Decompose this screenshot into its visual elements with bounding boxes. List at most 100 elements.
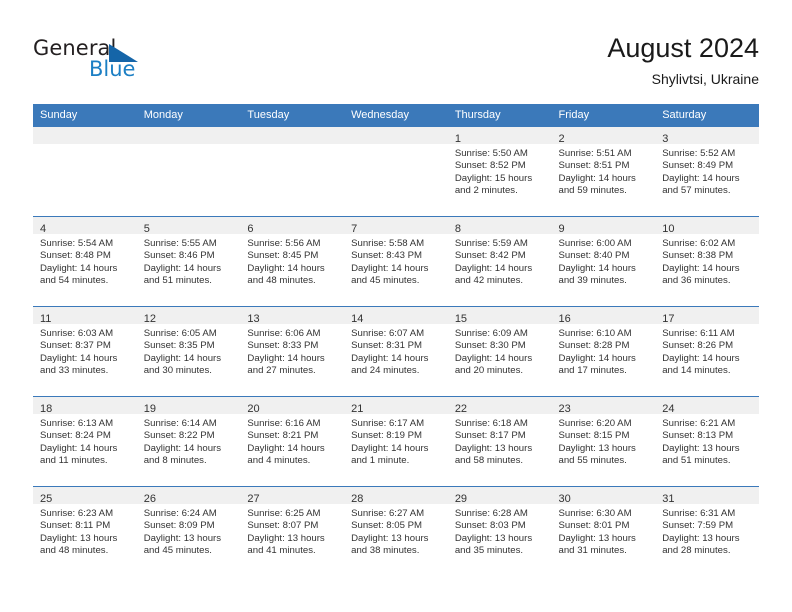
day-number-band: 31	[655, 487, 759, 505]
day-cell-inner: 3 Sunrise: 5:52 AM Sunset: 8:49 PM Daylight…	[655, 127, 759, 216]
day-cell-inner: 13 Sunrise: 6:06 AM Sunset: 8:33 PM Dayligh…	[240, 307, 345, 396]
day-number: 29	[454, 493, 468, 505]
sunrise-text: Sunrise: 6:31 AM	[662, 508, 736, 519]
weekday-header-wednesday: Wednesday	[344, 104, 448, 127]
day-cell-inner: 5 Sunrise: 5:55 AM Sunset: 8:46 PM Daylight…	[136, 217, 241, 306]
calendar-day-cell[interactable]: 8 Sunrise: 5:59 AM Sunset: 8:42 PM Daylight…	[447, 216, 552, 307]
day-cell-details: Sunrise: 6:06 AM Sunset: 8:33 PM Daylight:…	[240, 324, 344, 378]
day-number-band: 19	[136, 397, 241, 415]
day-cell-inner: 6 Sunrise: 5:56 AM Sunset: 8:45 PM Daylight…	[240, 217, 345, 306]
daylight-text: Daylight: 14 hours and 27 minutes.	[247, 352, 325, 377]
calendar-day-cell[interactable]: 19 Sunrise: 6:14 AM Sunset: 8:22 PM Dayligh…	[136, 396, 241, 487]
day-cell-inner: 23 Sunrise: 6:20 AM Sunset: 8:15 PM Dayligh…	[551, 397, 656, 486]
calendar-day-cell[interactable]: 27 Sunrise: 6:25 AM Sunset: 8:07 PM Dayligh…	[240, 486, 345, 576]
sunset-text: Sunset: 8:35 PM	[143, 340, 215, 352]
day-cell-details: Sunrise: 5:54 AM Sunset: 8:48 PM Daylight:…	[33, 234, 137, 288]
page-title: August 2024	[607, 33, 759, 63]
calendar-day-cell[interactable]: 7 Sunrise: 5:58 AM Sunset: 8:43 PM Daylight…	[344, 216, 448, 307]
calendar-day-cell[interactable]: 3 Sunrise: 5:52 AM Sunset: 8:49 PM Daylight…	[655, 126, 759, 217]
calendar-day-cell[interactable]: 30 Sunrise: 6:30 AM Sunset: 8:01 PM Dayligh…	[551, 486, 656, 576]
calendar-day-cell[interactable]: 4 Sunrise: 5:54 AM Sunset: 8:48 PM Daylight…	[33, 216, 137, 307]
calendar-day-cell[interactable]: 22 Sunrise: 6:18 AM Sunset: 8:17 PM Dayligh…	[447, 396, 552, 487]
weekday-header-thursday: Thursday	[447, 104, 552, 127]
sunrise-text: Sunrise: 5:58 AM	[351, 238, 425, 249]
day-cell-details: Sunrise: 6:07 AM Sunset: 8:31 PM Daylight:…	[344, 324, 448, 378]
calendar-day-cell[interactable]: 23 Sunrise: 6:20 AM Sunset: 8:15 PM Dayligh…	[551, 396, 656, 487]
daylight-text: Daylight: 14 hours and 33 minutes.	[40, 352, 118, 377]
day-cell-inner: 14 Sunrise: 6:07 AM Sunset: 8:31 PM Dayligh…	[344, 307, 448, 396]
brand-name-blue: Blue	[89, 57, 136, 81]
calendar-day-cell[interactable]: 29 Sunrise: 6:28 AM Sunset: 8:03 PM Dayligh…	[447, 486, 552, 576]
calendar-day-cell[interactable]: 13 Sunrise: 6:06 AM Sunset: 8:33 PM Dayligh…	[240, 306, 345, 397]
day-cell-inner: 30 Sunrise: 6:30 AM Sunset: 8:01 PM Dayligh…	[551, 487, 656, 576]
day-number-band: 2	[551, 127, 656, 145]
calendar-day-cell[interactable]: 24 Sunrise: 6:21 AM Sunset: 8:13 PM Dayligh…	[655, 396, 759, 487]
calendar-day-cell[interactable]: 14 Sunrise: 6:07 AM Sunset: 8:31 PM Dayligh…	[344, 306, 448, 397]
day-cell-inner	[136, 127, 241, 216]
calendar-day-cell[interactable]: 5 Sunrise: 5:55 AM Sunset: 8:46 PM Daylight…	[136, 216, 241, 307]
day-number-band: 13	[240, 307, 345, 325]
day-number-band: 29	[447, 487, 552, 505]
day-cell-inner: 26 Sunrise: 6:24 AM Sunset: 8:09 PM Dayligh…	[136, 487, 241, 576]
day-cell-inner: 27 Sunrise: 6:25 AM Sunset: 8:07 PM Dayligh…	[240, 487, 345, 576]
title-block: August 2024 Shylivtsi, Ukraine	[607, 32, 759, 88]
day-cell-inner: 22 Sunrise: 6:18 AM Sunset: 8:17 PM Dayligh…	[447, 397, 552, 486]
page-subtitle: Shylivtsi, Ukraine	[651, 71, 759, 87]
calendar-day-cell[interactable]: 18 Sunrise: 6:13 AM Sunset: 8:24 PM Dayligh…	[33, 396, 137, 487]
daylight-text: Daylight: 13 hours and 35 minutes.	[454, 532, 533, 557]
sunrise-text: Sunrise: 5:55 AM	[143, 238, 217, 249]
day-cell-details: Sunrise: 6:24 AM Sunset: 8:09 PM Daylight:…	[137, 504, 241, 558]
daylight-text: Daylight: 14 hours and 14 minutes.	[662, 352, 740, 377]
day-cell-details: Sunrise: 6:13 AM Sunset: 8:24 PM Daylight:…	[33, 414, 137, 468]
calendar-day-cell[interactable]: 6 Sunrise: 5:56 AM Sunset: 8:45 PM Daylight…	[240, 216, 345, 307]
weekday-header-friday: Friday	[551, 104, 656, 127]
daylight-text: Daylight: 14 hours and 36 minutes.	[662, 262, 740, 287]
calendar-day-cell[interactable]: 15 Sunrise: 6:09 AM Sunset: 8:30 PM Dayligh…	[447, 306, 552, 397]
day-cell-inner	[33, 127, 137, 216]
day-cell-details: Sunrise: 6:02 AM Sunset: 8:38 PM Daylight:…	[655, 234, 759, 288]
day-cell-inner: 19 Sunrise: 6:14 AM Sunset: 8:22 PM Dayligh…	[136, 397, 241, 486]
calendar-day-cell[interactable]: 26 Sunrise: 6:24 AM Sunset: 8:09 PM Dayligh…	[136, 486, 241, 576]
calendar-day-cell[interactable]: 31 Sunrise: 6:31 AM Sunset: 7:59 PM Dayligh…	[655, 486, 759, 576]
calendar-day-cell[interactable]: 12 Sunrise: 6:05 AM Sunset: 8:35 PM Dayligh…	[136, 306, 241, 397]
calendar-day-cell[interactable]: 21 Sunrise: 6:17 AM Sunset: 8:19 PM Dayligh…	[344, 396, 448, 487]
sunset-text: Sunset: 8:19 PM	[351, 430, 423, 442]
sunrise-text: Sunrise: 6:25 AM	[247, 508, 321, 519]
calendar-day-cell[interactable]: 28 Sunrise: 6:27 AM Sunset: 8:05 PM Dayligh…	[344, 486, 448, 576]
sunset-text: Sunset: 8:24 PM	[40, 430, 111, 442]
calendar-day-cell[interactable]: 17 Sunrise: 6:11 AM Sunset: 8:26 PM Dayligh…	[655, 306, 759, 397]
day-cell-details: Sunrise: 6:00 AM Sunset: 8:40 PM Daylight:…	[552, 234, 656, 288]
sunrise-text: Sunrise: 5:50 AM	[454, 148, 528, 159]
day-cell-inner: 16 Sunrise: 6:10 AM Sunset: 8:28 PM Dayligh…	[551, 307, 656, 396]
day-number: 31	[662, 493, 675, 505]
calendar-day-cell[interactable]: 16 Sunrise: 6:10 AM Sunset: 8:28 PM Dayligh…	[551, 306, 656, 397]
calendar-day-cell[interactable]: 9 Sunrise: 6:00 AM Sunset: 8:40 PM Daylight…	[551, 216, 656, 307]
day-cell-inner: 29 Sunrise: 6:28 AM Sunset: 8:03 PM Dayligh…	[447, 487, 552, 576]
day-cell-details: Sunrise: 6:17 AM Sunset: 8:19 PM Daylight:…	[344, 414, 448, 468]
calendar-day-cell[interactable]: 10 Sunrise: 6:02 AM Sunset: 8:38 PM Dayligh…	[655, 216, 759, 307]
calendar-day-cell[interactable]: 2 Sunrise: 5:51 AM Sunset: 8:51 PM Daylight…	[551, 126, 656, 217]
daylight-text: Daylight: 14 hours and 59 minutes.	[558, 172, 636, 197]
day-number: 25	[40, 493, 53, 505]
day-number: 24	[662, 403, 675, 415]
day-number: 2	[558, 133, 565, 145]
calendar-day-cell[interactable]: 1 Sunrise: 5:50 AM Sunset: 8:52 PM Daylight…	[447, 126, 552, 217]
calendar-day-cell[interactable]: 11 Sunrise: 6:03 AM Sunset: 8:37 PM Dayligh…	[33, 306, 137, 397]
sunset-text: Sunset: 8:05 PM	[351, 520, 423, 532]
day-number: 28	[351, 493, 364, 505]
calendar-day-cell[interactable]: 25 Sunrise: 6:23 AM Sunset: 8:11 PM Dayligh…	[33, 486, 137, 576]
day-cell-details: Sunrise: 6:03 AM Sunset: 8:37 PM Daylight:…	[33, 324, 137, 378]
sunrise-text: Sunrise: 6:20 AM	[558, 418, 632, 429]
sunset-text: Sunset: 8:21 PM	[247, 430, 319, 442]
calendar-day-cell[interactable]: 20 Sunrise: 6:16 AM Sunset: 8:21 PM Dayligh…	[240, 396, 345, 487]
daylight-text: Daylight: 14 hours and 30 minutes.	[143, 352, 222, 377]
brand-logo[interactable]: General Blue	[33, 36, 213, 84]
sunset-text: Sunset: 8:09 PM	[143, 520, 215, 532]
sunset-text: Sunset: 8:01 PM	[558, 520, 630, 532]
calendar-week-row: 4 Sunrise: 5:54 AM Sunset: 8:48 PM Daylight…	[33, 216, 759, 307]
weekday-header-sunday: Sunday	[33, 104, 137, 127]
sunrise-text: Sunrise: 6:10 AM	[558, 328, 632, 339]
sunset-text: Sunset: 8:33 PM	[247, 340, 319, 352]
day-number: 7	[351, 223, 358, 235]
day-cell-inner	[344, 127, 448, 216]
